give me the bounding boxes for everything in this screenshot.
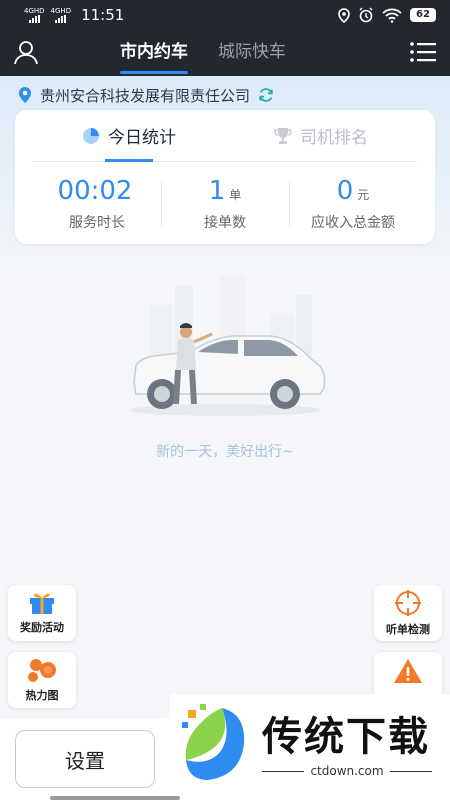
stat-unit: 元: [357, 188, 370, 202]
location-pin-icon: [19, 87, 31, 103]
tab-city-ride[interactable]: 市内约车: [120, 30, 188, 76]
company-name: 贵州安合科技发展有限责任公司: [40, 86, 251, 105]
top-nav: 市内约车 城际快车: [0, 30, 450, 76]
status-left: 4GHD 4GHD 11:51: [24, 6, 124, 24]
stat-unit: 单: [229, 188, 242, 202]
status-right: 62: [338, 7, 436, 23]
watermark-title: 传统下载: [262, 714, 430, 760]
clock: 11:51: [81, 6, 125, 24]
stat-label: 应收入总金额: [311, 215, 395, 231]
refresh-icon[interactable]: [258, 87, 274, 103]
company-row: 贵州安合科技发展有限责任公司: [18, 84, 274, 106]
tab-intercity[interactable]: 城际快车: [218, 30, 286, 76]
location-status-icon: [338, 7, 350, 23]
battery-icon: 62: [410, 8, 436, 22]
stat-order-count: 1单 接单数: [161, 176, 289, 232]
reward-activity-button[interactable]: 奖励活动: [8, 585, 76, 641]
alarm-icon: [359, 7, 373, 23]
stats-tabs: 今日统计 司机排名: [33, 110, 417, 162]
watermark-divider: [390, 771, 432, 772]
signal-2: 4GHD: [50, 6, 72, 23]
tab-today-stats-label: 今日统计: [108, 128, 176, 148]
signal-bars-icon: [55, 14, 67, 23]
signal-1: 4GHD: [24, 6, 45, 23]
home-indicator: [50, 796, 180, 800]
heatmap-button[interactable]: 热力图: [8, 652, 76, 708]
stats-card: 今日统计 司机排名 00:02 服务时长 1单 接单数 0元 应收入总金额: [15, 110, 435, 244]
network-type-2: 4GHD: [50, 6, 72, 15]
stat-label: 接单数: [204, 215, 246, 231]
stat-value: 1: [208, 176, 226, 206]
tab-driver-ranking[interactable]: 司机排名: [225, 110, 417, 161]
reward-activity-label: 奖励活动: [20, 621, 64, 634]
nav-tabs: 市内约车 城际快车: [120, 30, 286, 76]
menu-icon[interactable]: [410, 40, 436, 64]
heatmap-label: 热力图: [25, 689, 59, 702]
stat-value: 00:02: [57, 176, 133, 206]
settings-button[interactable]: 设置: [15, 730, 155, 788]
warning-icon: [394, 659, 422, 683]
tab-today-stats[interactable]: 今日统计: [33, 110, 225, 162]
status-bar: 4GHD 4GHD 11:51 62: [0, 0, 450, 30]
car-illustration: [130, 275, 326, 416]
stat-total-income: 0元 应收入总金额: [289, 176, 417, 232]
target-icon: [395, 590, 421, 616]
gift-icon: [30, 593, 54, 614]
stats-row: 00:02 服务时长 1单 接单数 0元 应收入总金额: [33, 176, 417, 232]
tab-driver-ranking-label: 司机排名: [300, 128, 368, 148]
watermark-logo-icon: [182, 704, 245, 780]
user-icon[interactable]: [12, 38, 40, 66]
heatmap-icon: [28, 659, 56, 682]
trophy-icon: [274, 127, 292, 144]
wifi-icon: [382, 8, 402, 23]
watermark: 传统下载 ctdown.com: [170, 694, 450, 800]
network-type-1: 4GHD: [24, 6, 45, 15]
pie-chart-icon: [83, 127, 99, 144]
stat-label: 服务时长: [69, 215, 125, 231]
signal-bars-icon: [28, 14, 40, 23]
stat-service-duration: 00:02 服务时长: [33, 176, 161, 232]
empty-slogan: 新的一天，美好出行~: [156, 444, 294, 460]
listen-check-label: 听单检测: [386, 623, 430, 636]
stat-value: 0: [336, 176, 354, 206]
listen-check-button[interactable]: 听单检测: [374, 585, 442, 641]
